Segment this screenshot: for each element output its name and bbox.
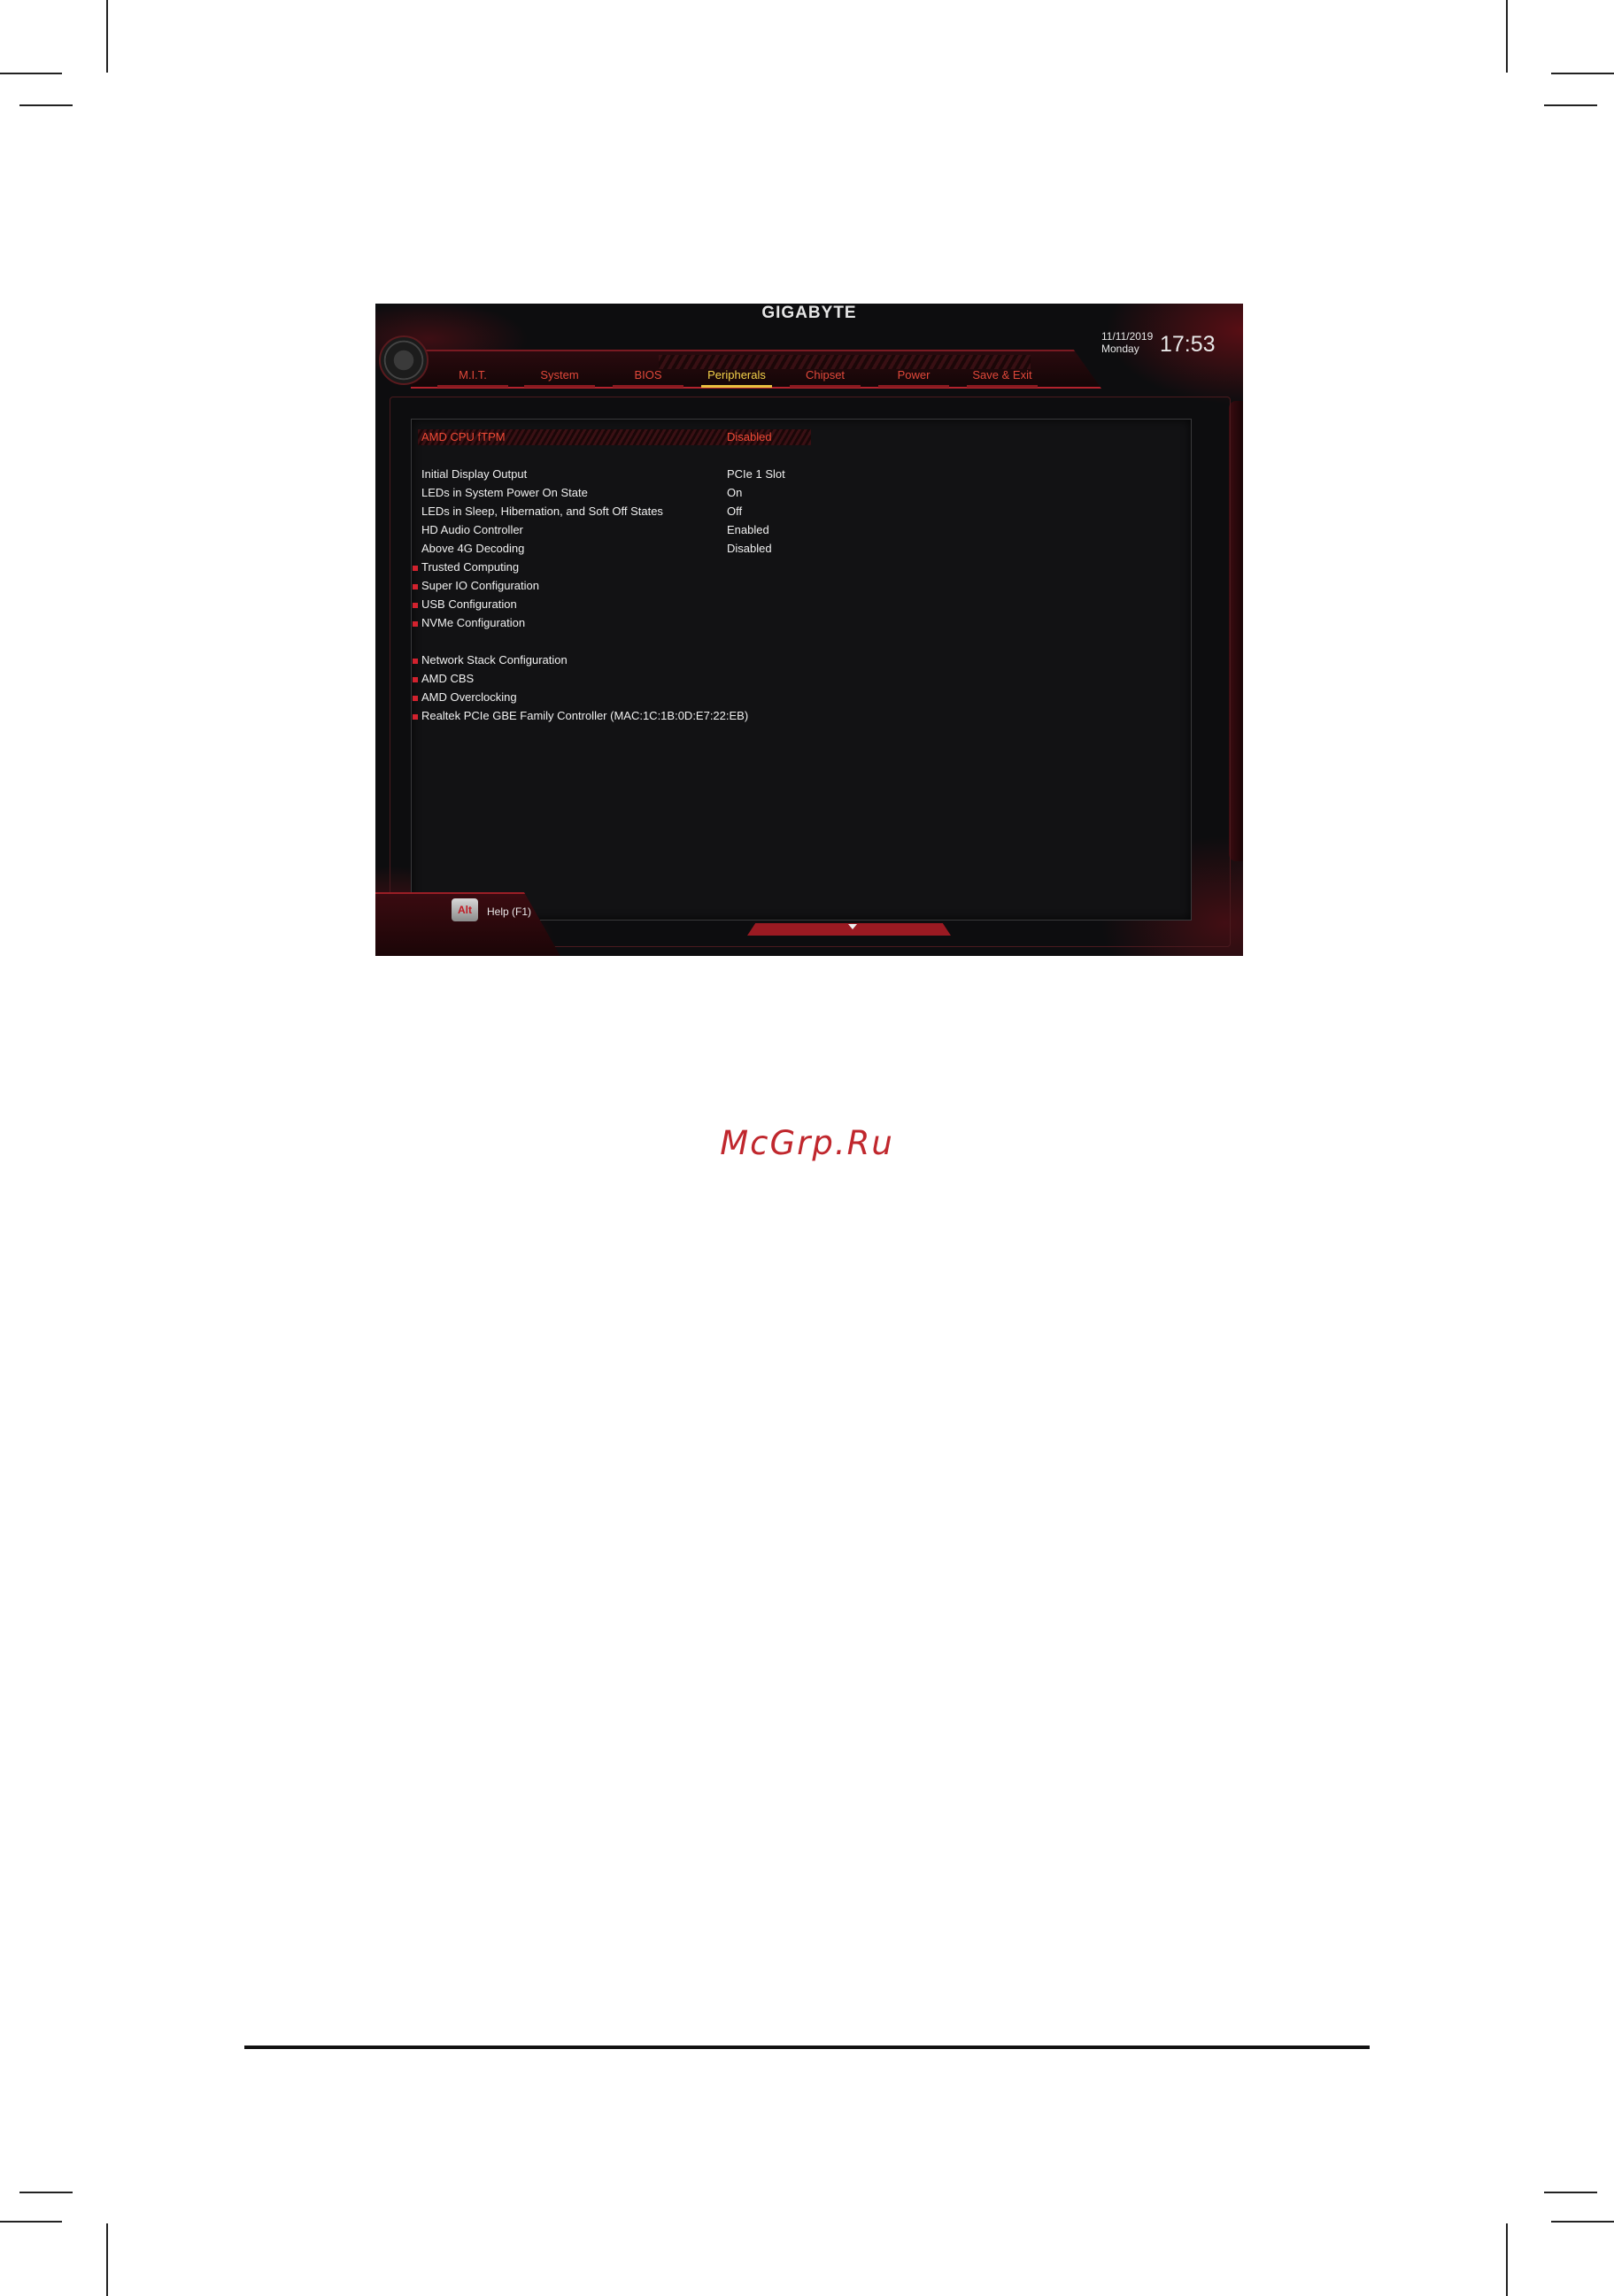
submenu-bullet-icon (413, 659, 418, 664)
crop-mark (1551, 2221, 1614, 2223)
crop-mark (0, 73, 62, 74)
bios-screenshot: GIGABYTE M.I.T. System BIOS Peripherals … (375, 304, 1243, 956)
header-stripes (659, 355, 1031, 369)
tab-underline (524, 385, 595, 388)
submenu-bullet-icon (413, 621, 418, 627)
clock: 11/11/2019 Monday 17:53 (1101, 330, 1216, 357)
crop-mark (1544, 104, 1597, 106)
crop-mark (0, 2221, 62, 2223)
setting-label[interactable]: Initial Display Output (421, 467, 527, 481)
crop-mark (106, 0, 108, 73)
submenu-item[interactable]: USB Configuration (421, 597, 517, 611)
tab-power[interactable]: Power (878, 368, 949, 381)
setting-value[interactable]: Disabled (727, 430, 772, 443)
time-text: 17:53 (1160, 332, 1216, 357)
tab-underline (613, 385, 683, 388)
setting-label[interactable]: LEDs in System Power On State (421, 486, 588, 499)
submenu-item[interactable]: Realtek PCIe GBE Family Controller (MAC:… (421, 709, 748, 722)
setting-value[interactable]: Off (727, 505, 742, 518)
crop-mark (1551, 73, 1614, 74)
tab-underline (878, 385, 949, 388)
crop-mark (106, 2223, 108, 2296)
tab-underline (967, 385, 1038, 388)
setting-label[interactable]: LEDs in Sleep, Hibernation, and Soft Off… (421, 505, 663, 518)
footer-rule (244, 2046, 1370, 2049)
crop-mark (19, 104, 73, 106)
setting-label[interactable]: Above 4G Decoding (421, 542, 524, 555)
tab-underline-active (701, 385, 772, 388)
brand-logo: GIGABYTE (761, 304, 857, 322)
submenu-bullet-icon (413, 603, 418, 608)
scroll-rail[interactable] (1229, 401, 1243, 861)
setting-value[interactable]: Disabled (727, 542, 772, 555)
day-text: Monday (1101, 343, 1139, 355)
submenu-bullet-icon (413, 677, 418, 682)
tab-mit[interactable]: M.I.T. (437, 368, 508, 381)
tab-peripherals[interactable]: Peripherals (701, 368, 772, 381)
submenu-item[interactable]: NVMe Configuration (421, 616, 525, 629)
alt-key-icon[interactable]: Alt (452, 898, 478, 921)
gear-icon[interactable] (379, 335, 429, 385)
setting-value[interactable]: Enabled (727, 523, 769, 536)
submenu-bullet-icon (413, 696, 418, 701)
tab-chipset[interactable]: Chipset (790, 368, 861, 381)
setting-value[interactable]: On (727, 486, 742, 499)
submenu-item[interactable]: AMD Overclocking (421, 690, 517, 704)
crop-mark (1544, 2192, 1597, 2193)
setting-label[interactable]: HD Audio Controller (421, 523, 523, 536)
help-label[interactable]: Help (F1) (487, 905, 531, 918)
tab-bios[interactable]: BIOS (613, 368, 683, 381)
submenu-bullet-icon (413, 584, 418, 589)
submenu-item[interactable]: Network Stack Configuration (421, 653, 568, 666)
submenu-bullet-icon (413, 566, 418, 571)
tab-underline (437, 385, 508, 388)
watermark: McGrp.Ru (720, 1124, 894, 1162)
tab-underline (790, 385, 861, 388)
scroll-down-icon[interactable] (848, 924, 857, 929)
submenu-item[interactable]: Super IO Configuration (421, 579, 539, 592)
tab-save-exit[interactable]: Save & Exit (967, 368, 1038, 381)
crop-mark (19, 2192, 73, 2193)
submenu-item[interactable]: AMD CBS (421, 672, 474, 685)
crop-mark (1506, 2223, 1508, 2296)
setting-value[interactable]: PCIe 1 Slot (727, 467, 785, 481)
setting-label[interactable]: AMD CPU fTPM (421, 430, 506, 443)
submenu-bullet-icon (413, 714, 418, 720)
tab-system[interactable]: System (524, 368, 595, 381)
crop-mark (1506, 0, 1508, 73)
date-text: 11/11/2019 (1101, 330, 1154, 343)
submenu-item[interactable]: Trusted Computing (421, 560, 519, 574)
